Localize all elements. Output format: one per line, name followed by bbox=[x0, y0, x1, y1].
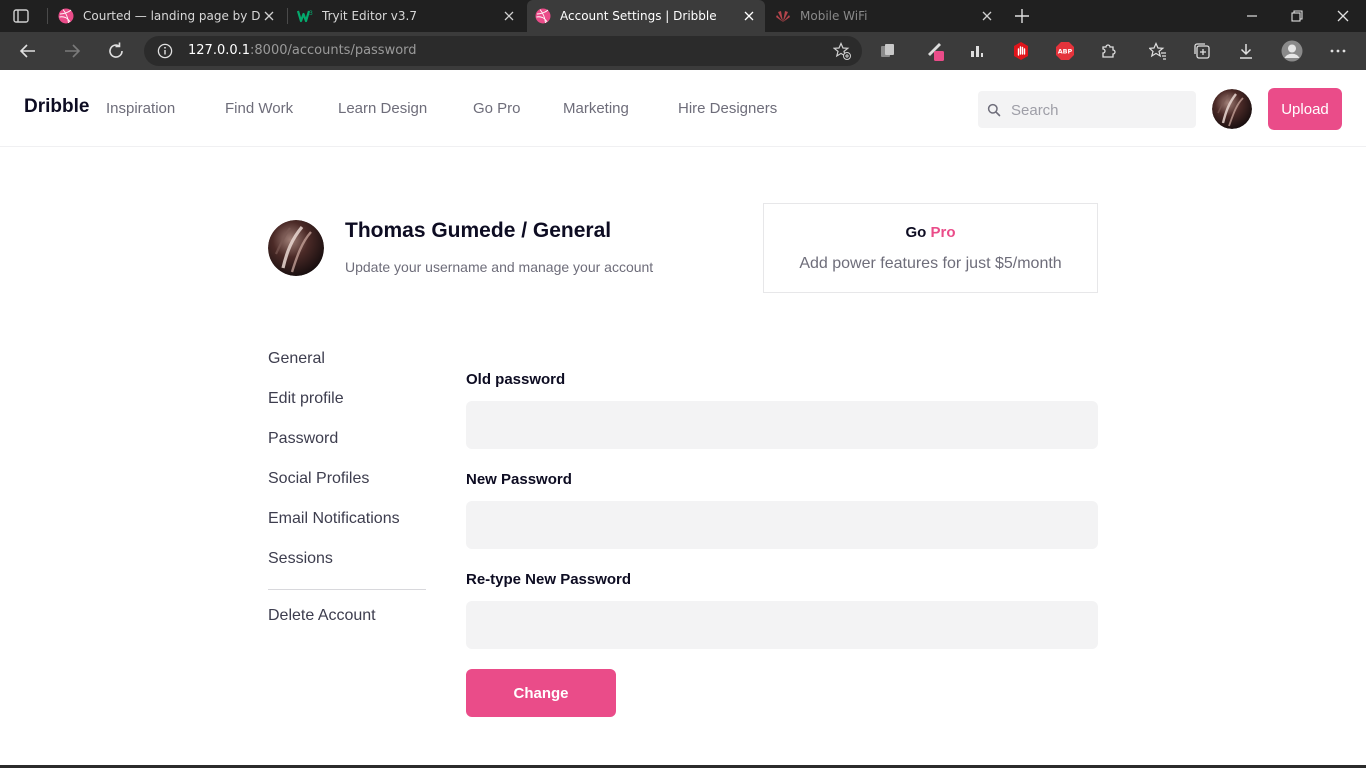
downloads-icon[interactable] bbox=[1235, 40, 1257, 62]
extension-pen-icon[interactable] bbox=[925, 40, 947, 62]
page-title: Thomas Gumede / General bbox=[345, 219, 612, 242]
menu-item-edit-profile[interactable]: Edit profile bbox=[268, 390, 344, 408]
browser-tab-tryit[interactable]: 3 Tryit Editor v3.7 bbox=[289, 0, 525, 32]
page-subtitle: Update your username and manage your acc… bbox=[345, 259, 654, 275]
go-pro-card[interactable]: Go Pro Add power features for just $5/mo… bbox=[763, 203, 1098, 293]
close-window-icon[interactable] bbox=[1333, 6, 1353, 26]
browser-toolbar: 127.0.0.1:8000/accounts/password ABP bbox=[0, 32, 1366, 70]
dribbble-icon bbox=[58, 8, 74, 24]
profile-icon[interactable] bbox=[1281, 40, 1303, 62]
refresh-icon[interactable] bbox=[105, 40, 127, 62]
extension-hand-icon[interactable] bbox=[1010, 40, 1032, 62]
minimize-icon[interactable] bbox=[1242, 6, 1262, 26]
nav-link-go-pro[interactable]: Go Pro bbox=[473, 100, 521, 117]
tab-separator bbox=[47, 8, 48, 24]
go-pro-text: Add power features for just $5/month bbox=[799, 255, 1062, 272]
menu-item-sessions[interactable]: Sessions bbox=[268, 550, 333, 568]
adblock-plus-icon[interactable]: ABP bbox=[1054, 40, 1076, 62]
browser-tab-account-settings[interactable]: Account Settings | Dribble bbox=[527, 0, 765, 32]
huawei-icon bbox=[775, 8, 791, 24]
new-password-label: New Password bbox=[466, 471, 572, 488]
close-icon[interactable] bbox=[261, 8, 277, 24]
search-input[interactable] bbox=[1011, 99, 1186, 121]
menu-item-password[interactable]: Password bbox=[268, 430, 338, 448]
nav-link-hire-designers[interactable]: Hire Designers bbox=[678, 100, 777, 117]
menu-item-social-profiles[interactable]: Social Profiles bbox=[268, 470, 369, 488]
upload-button[interactable]: Upload bbox=[1268, 88, 1342, 130]
w3schools-icon: 3 bbox=[297, 8, 313, 24]
search-icon bbox=[987, 102, 1001, 117]
avatar[interactable] bbox=[1212, 89, 1252, 129]
svg-text:ABP: ABP bbox=[1058, 48, 1073, 56]
profile-avatar bbox=[268, 220, 324, 276]
retype-password-field[interactable] bbox=[466, 601, 1098, 649]
dribbble-icon bbox=[535, 8, 551, 24]
menu-divider bbox=[268, 589, 426, 590]
browser-tab-mobile-wifi[interactable]: Mobile WiFi bbox=[767, 0, 1003, 32]
menu-item-general[interactable]: General bbox=[268, 350, 325, 368]
menu-item-email-notifications[interactable]: Email Notifications bbox=[268, 510, 400, 528]
more-menu-icon[interactable] bbox=[1327, 40, 1349, 62]
go-pro-title: Go Pro bbox=[764, 224, 1097, 241]
collections-icon[interactable] bbox=[1191, 40, 1213, 62]
nav-link-find-work[interactable]: Find Work bbox=[225, 100, 293, 117]
restore-icon[interactable] bbox=[1287, 6, 1307, 26]
browser-tab-courted[interactable]: Courted — landing page by Dan bbox=[50, 0, 285, 32]
new-tab-icon[interactable] bbox=[1012, 6, 1032, 26]
new-password-field[interactable] bbox=[466, 501, 1098, 549]
search-box bbox=[978, 91, 1196, 128]
url-host: 127.0.0.1 bbox=[188, 43, 251, 58]
address-bar[interactable]: 127.0.0.1:8000/accounts/password bbox=[144, 36, 862, 66]
close-icon[interactable] bbox=[741, 8, 757, 24]
url-path: :8000/accounts/password bbox=[250, 43, 417, 58]
browser-tab-strip: Courted — landing page by Dan 3 Tryit Ed… bbox=[0, 0, 1366, 32]
svg-text:3: 3 bbox=[309, 10, 313, 17]
forward-icon[interactable] bbox=[61, 40, 83, 62]
nav-link-learn-design[interactable]: Learn Design bbox=[338, 100, 427, 117]
close-icon[interactable] bbox=[501, 8, 517, 24]
url-text: 127.0.0.1:8000/accounts/password bbox=[188, 43, 417, 58]
retype-password-label: Re-type New Password bbox=[466, 571, 632, 588]
extension-copy-icon[interactable] bbox=[877, 40, 899, 62]
favorites-icon[interactable] bbox=[1147, 40, 1169, 62]
tab-actions-icon[interactable] bbox=[12, 7, 30, 25]
add-favorite-icon[interactable] bbox=[832, 41, 852, 61]
menu-item-delete-account[interactable]: Delete Account bbox=[268, 607, 376, 625]
site-info-icon[interactable] bbox=[156, 42, 174, 60]
nav-link-inspiration[interactable]: Inspiration bbox=[106, 100, 175, 117]
site-header: Dribble Inspiration Find Work Learn Desi… bbox=[0, 70, 1366, 147]
go-pro-title-accent: Pro bbox=[930, 224, 956, 241]
tab-separator bbox=[287, 8, 288, 24]
tab-title: Account Settings | Dribble bbox=[560, 9, 717, 23]
go-pro-title-prefix: Go bbox=[905, 224, 927, 241]
old-password-field[interactable] bbox=[466, 401, 1098, 449]
extensions-puzzle-icon[interactable] bbox=[1098, 40, 1120, 62]
tab-title: Courted — landing page by Dan bbox=[83, 9, 261, 23]
extension-analytics-icon[interactable] bbox=[966, 40, 988, 62]
back-icon[interactable] bbox=[17, 40, 39, 62]
old-password-label: Old password bbox=[466, 371, 566, 388]
tab-title: Mobile WiFi bbox=[800, 9, 868, 23]
site-logo[interactable]: Dribble bbox=[24, 96, 89, 118]
change-password-button[interactable]: Change bbox=[466, 669, 616, 717]
nav-link-marketing[interactable]: Marketing bbox=[563, 100, 629, 117]
tab-title: Tryit Editor v3.7 bbox=[322, 9, 417, 23]
close-icon[interactable] bbox=[979, 8, 995, 24]
